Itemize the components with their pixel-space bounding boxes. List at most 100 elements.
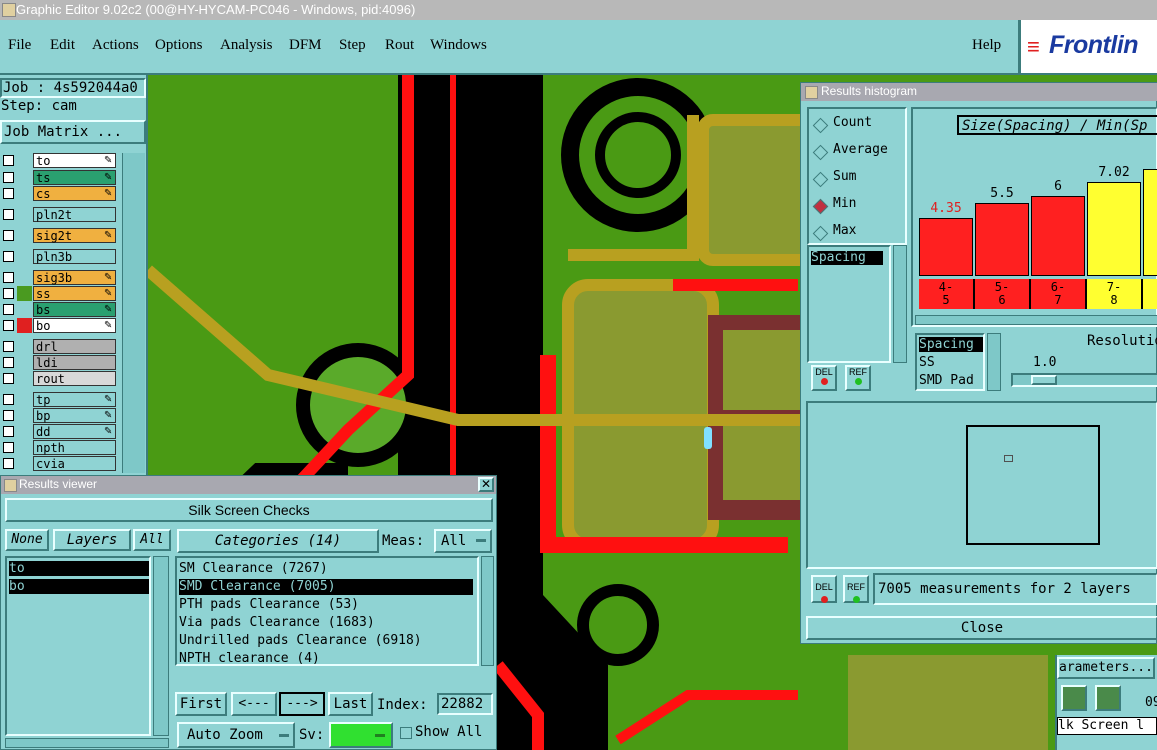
- measure-scrollbar[interactable]: [987, 333, 1001, 391]
- layer-row-tp[interactable]: tp ✎: [0, 392, 118, 407]
- results-viewer-titlebar[interactable]: Results viewer ✕: [1, 476, 496, 494]
- all-layers-button[interactable]: All: [133, 529, 171, 551]
- close-icon[interactable]: ✕: [478, 477, 494, 492]
- index-input[interactable]: 22882: [437, 693, 493, 715]
- layer-row-pln2t[interactable]: pln2t: [0, 207, 118, 222]
- list-item[interactable]: bo: [9, 579, 149, 594]
- prev-button[interactable]: <---: [231, 692, 277, 716]
- layer-color-swatch[interactable]: [17, 286, 32, 301]
- resolution-slider[interactable]: [1011, 373, 1157, 387]
- layer-color-swatch[interactable]: [17, 302, 32, 317]
- radio-max[interactable]: [812, 225, 829, 242]
- layer-color-swatch[interactable]: [17, 207, 32, 222]
- layer-checkbox[interactable]: [3, 426, 14, 437]
- del-button[interactable]: DEL: [811, 365, 837, 391]
- layer-checkbox[interactable]: [3, 357, 14, 368]
- layer-name[interactable]: rout: [33, 371, 116, 386]
- measure-item-selected[interactable]: Spacing: [919, 337, 983, 352]
- layer-checkbox[interactable]: [3, 442, 14, 453]
- menu-actions[interactable]: Actions: [92, 37, 139, 54]
- menu-rout[interactable]: Rout: [385, 37, 414, 54]
- layer-checkbox[interactable]: [3, 394, 14, 405]
- action-run-all-icon[interactable]: [1095, 685, 1121, 711]
- none-button[interactable]: None: [5, 529, 49, 551]
- menu-edit[interactable]: Edit: [50, 37, 75, 54]
- layer-checkbox[interactable]: [3, 172, 14, 183]
- category-item-selected[interactable]: SMD Clearance (7005): [179, 579, 473, 595]
- layer-color-swatch[interactable]: [17, 249, 32, 264]
- auto-zoom-select[interactable]: Auto Zoom: [177, 722, 295, 748]
- radio-count[interactable]: [812, 117, 829, 134]
- category-item[interactable]: SM Clearance (7267): [179, 561, 328, 577]
- list-item[interactable]: Spacing: [811, 251, 883, 265]
- parameters-button[interactable]: arameters...: [1057, 657, 1155, 679]
- layer-checkbox[interactable]: [3, 410, 14, 421]
- layer-checkbox[interactable]: [3, 188, 14, 199]
- list-scrollbar[interactable]: [893, 245, 907, 363]
- category-item[interactable]: Undrilled pads Clearance (6918): [179, 633, 422, 649]
- layer-row-sig2t[interactable]: sig2t ✎: [0, 228, 118, 243]
- layer-checkbox[interactable]: [3, 230, 14, 241]
- layer-name[interactable]: pln3b: [33, 249, 116, 264]
- layer-row-sig3b[interactable]: sig3b ✎: [0, 270, 118, 285]
- menu-analysis[interactable]: Analysis: [220, 37, 273, 54]
- histogram-bar[interactable]: [1031, 196, 1085, 276]
- layer-checkbox[interactable]: [3, 251, 14, 262]
- layer-checkbox[interactable]: [3, 155, 14, 166]
- close-button[interactable]: Close: [806, 616, 1157, 640]
- next-button[interactable]: --->: [279, 692, 325, 716]
- layer-name[interactable]: pln2t: [33, 207, 116, 222]
- layer-color-swatch[interactable]: [17, 355, 32, 370]
- layer-checkbox[interactable]: [3, 320, 14, 331]
- layers-button[interactable]: Layers: [53, 529, 131, 551]
- category-item[interactable]: PTH pads Clearance (53): [179, 597, 359, 613]
- radio-min[interactable]: [812, 198, 829, 215]
- layer-name[interactable]: cvia: [33, 456, 116, 471]
- sv-color-select[interactable]: [329, 722, 393, 748]
- menu-help[interactable]: Help: [972, 37, 1001, 54]
- categories-scrollbar[interactable]: [481, 556, 494, 666]
- histogram-bar[interactable]: [1143, 169, 1157, 276]
- layer-color-swatch[interactable]: [17, 228, 32, 243]
- hscrollbar[interactable]: [5, 738, 169, 748]
- layer-color-swatch[interactable]: [17, 153, 32, 168]
- radio-sum[interactable]: [812, 171, 829, 188]
- layer-results-scrollbar[interactable]: [153, 556, 169, 736]
- layer-color-swatch[interactable]: [17, 318, 32, 333]
- menu-windows[interactable]: Windows: [430, 37, 487, 54]
- layer-name[interactable]: ldi: [33, 355, 116, 370]
- layer-row-rout[interactable]: rout: [0, 371, 118, 386]
- window-titlebar[interactable]: Graphic Editor 9.02c2 (00@HY-HYCAM-PC046…: [0, 0, 1157, 20]
- layer-row-ts[interactable]: ts ✎: [0, 170, 118, 185]
- histogram-titlebar[interactable]: Results histogram: [801, 83, 1157, 101]
- layer-color-swatch[interactable]: [17, 371, 32, 386]
- histogram-bar[interactable]: [1087, 182, 1141, 276]
- measure-item[interactable]: SMD Pad: [919, 373, 974, 388]
- layer-row-bs[interactable]: bs ✎: [0, 302, 118, 317]
- layer-row-drl[interactable]: drl: [0, 339, 118, 354]
- layer-color-swatch[interactable]: [17, 270, 32, 285]
- layer-row-dd[interactable]: dd ✎: [0, 424, 118, 439]
- histogram-bar[interactable]: [919, 218, 973, 276]
- layer-row-ss[interactable]: ss ✎: [0, 286, 118, 301]
- layer-row-cs[interactable]: cs ✎: [0, 186, 118, 201]
- checklist-name[interactable]: lk Screen l: [1057, 717, 1157, 735]
- category-item[interactable]: Via pads Clearance (1683): [179, 615, 375, 631]
- radio-average[interactable]: [812, 144, 829, 161]
- menu-dfm[interactable]: DFM: [289, 37, 322, 54]
- meas-select[interactable]: All: [434, 529, 492, 553]
- layer-checkbox[interactable]: [3, 209, 14, 220]
- layer-checkbox[interactable]: [3, 288, 14, 299]
- menu-options[interactable]: Options: [155, 37, 203, 54]
- chart-hscrollbar[interactable]: [915, 315, 1157, 325]
- layer-color-swatch[interactable]: [17, 408, 32, 423]
- layer-row-cvia[interactable]: cvia: [0, 456, 118, 471]
- last-button[interactable]: Last: [328, 692, 373, 716]
- ref-button[interactable]: REF: [845, 365, 871, 391]
- show-all-checkbox[interactable]: [400, 727, 412, 739]
- layer-color-swatch[interactable]: [17, 424, 32, 439]
- menu-step[interactable]: Step: [339, 37, 366, 54]
- list-item[interactable]: to: [9, 561, 149, 576]
- layer-row-bp[interactable]: bp ✎: [0, 408, 118, 423]
- categories-button[interactable]: Categories (14): [177, 529, 379, 553]
